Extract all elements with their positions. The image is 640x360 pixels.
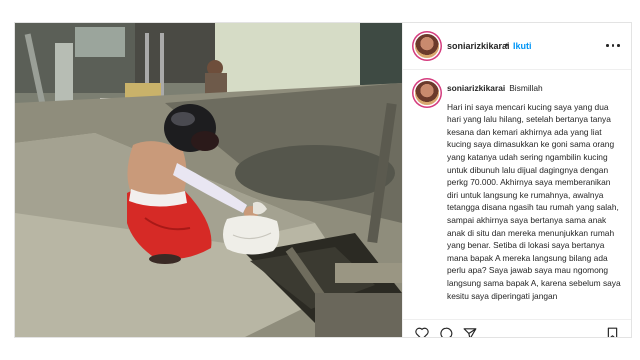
instagram-post-embed: soniarizkikarai • Ikuti soniarizkikarai B… xyxy=(14,22,632,338)
more-options-icon[interactable] xyxy=(606,40,620,50)
heart-icon[interactable] xyxy=(415,327,429,337)
share-icon[interactable] xyxy=(463,327,477,337)
bookmark-icon[interactable] xyxy=(606,327,619,337)
comment-icon[interactable] xyxy=(439,327,453,337)
post-photo-illustration xyxy=(15,23,402,337)
author-username[interactable]: soniarizkikarai xyxy=(447,41,510,51)
caption-opening: Bismillah xyxy=(509,83,543,93)
post-sidebar: soniarizkikarai • Ikuti soniarizkikarai B… xyxy=(402,23,631,337)
caption-username[interactable]: soniarizkikarai xyxy=(447,83,505,93)
caption-body: Hari ini saya mencari kucing saya yang d… xyxy=(447,101,621,301)
follow-button[interactable]: Ikuti xyxy=(513,41,532,51)
author-avatar[interactable] xyxy=(415,34,439,58)
post-caption: soniarizkikarai Bismillah Hari ini saya m… xyxy=(447,82,623,302)
post-photo[interactable] xyxy=(15,23,402,337)
post-actions xyxy=(403,319,631,337)
caption-author-avatar[interactable] xyxy=(415,81,439,105)
post-header: soniarizkikarai • Ikuti xyxy=(403,23,631,70)
caption-area[interactable]: soniarizkikarai Bismillah Hari ini saya m… xyxy=(403,69,631,309)
header-separator: • xyxy=(505,40,509,50)
